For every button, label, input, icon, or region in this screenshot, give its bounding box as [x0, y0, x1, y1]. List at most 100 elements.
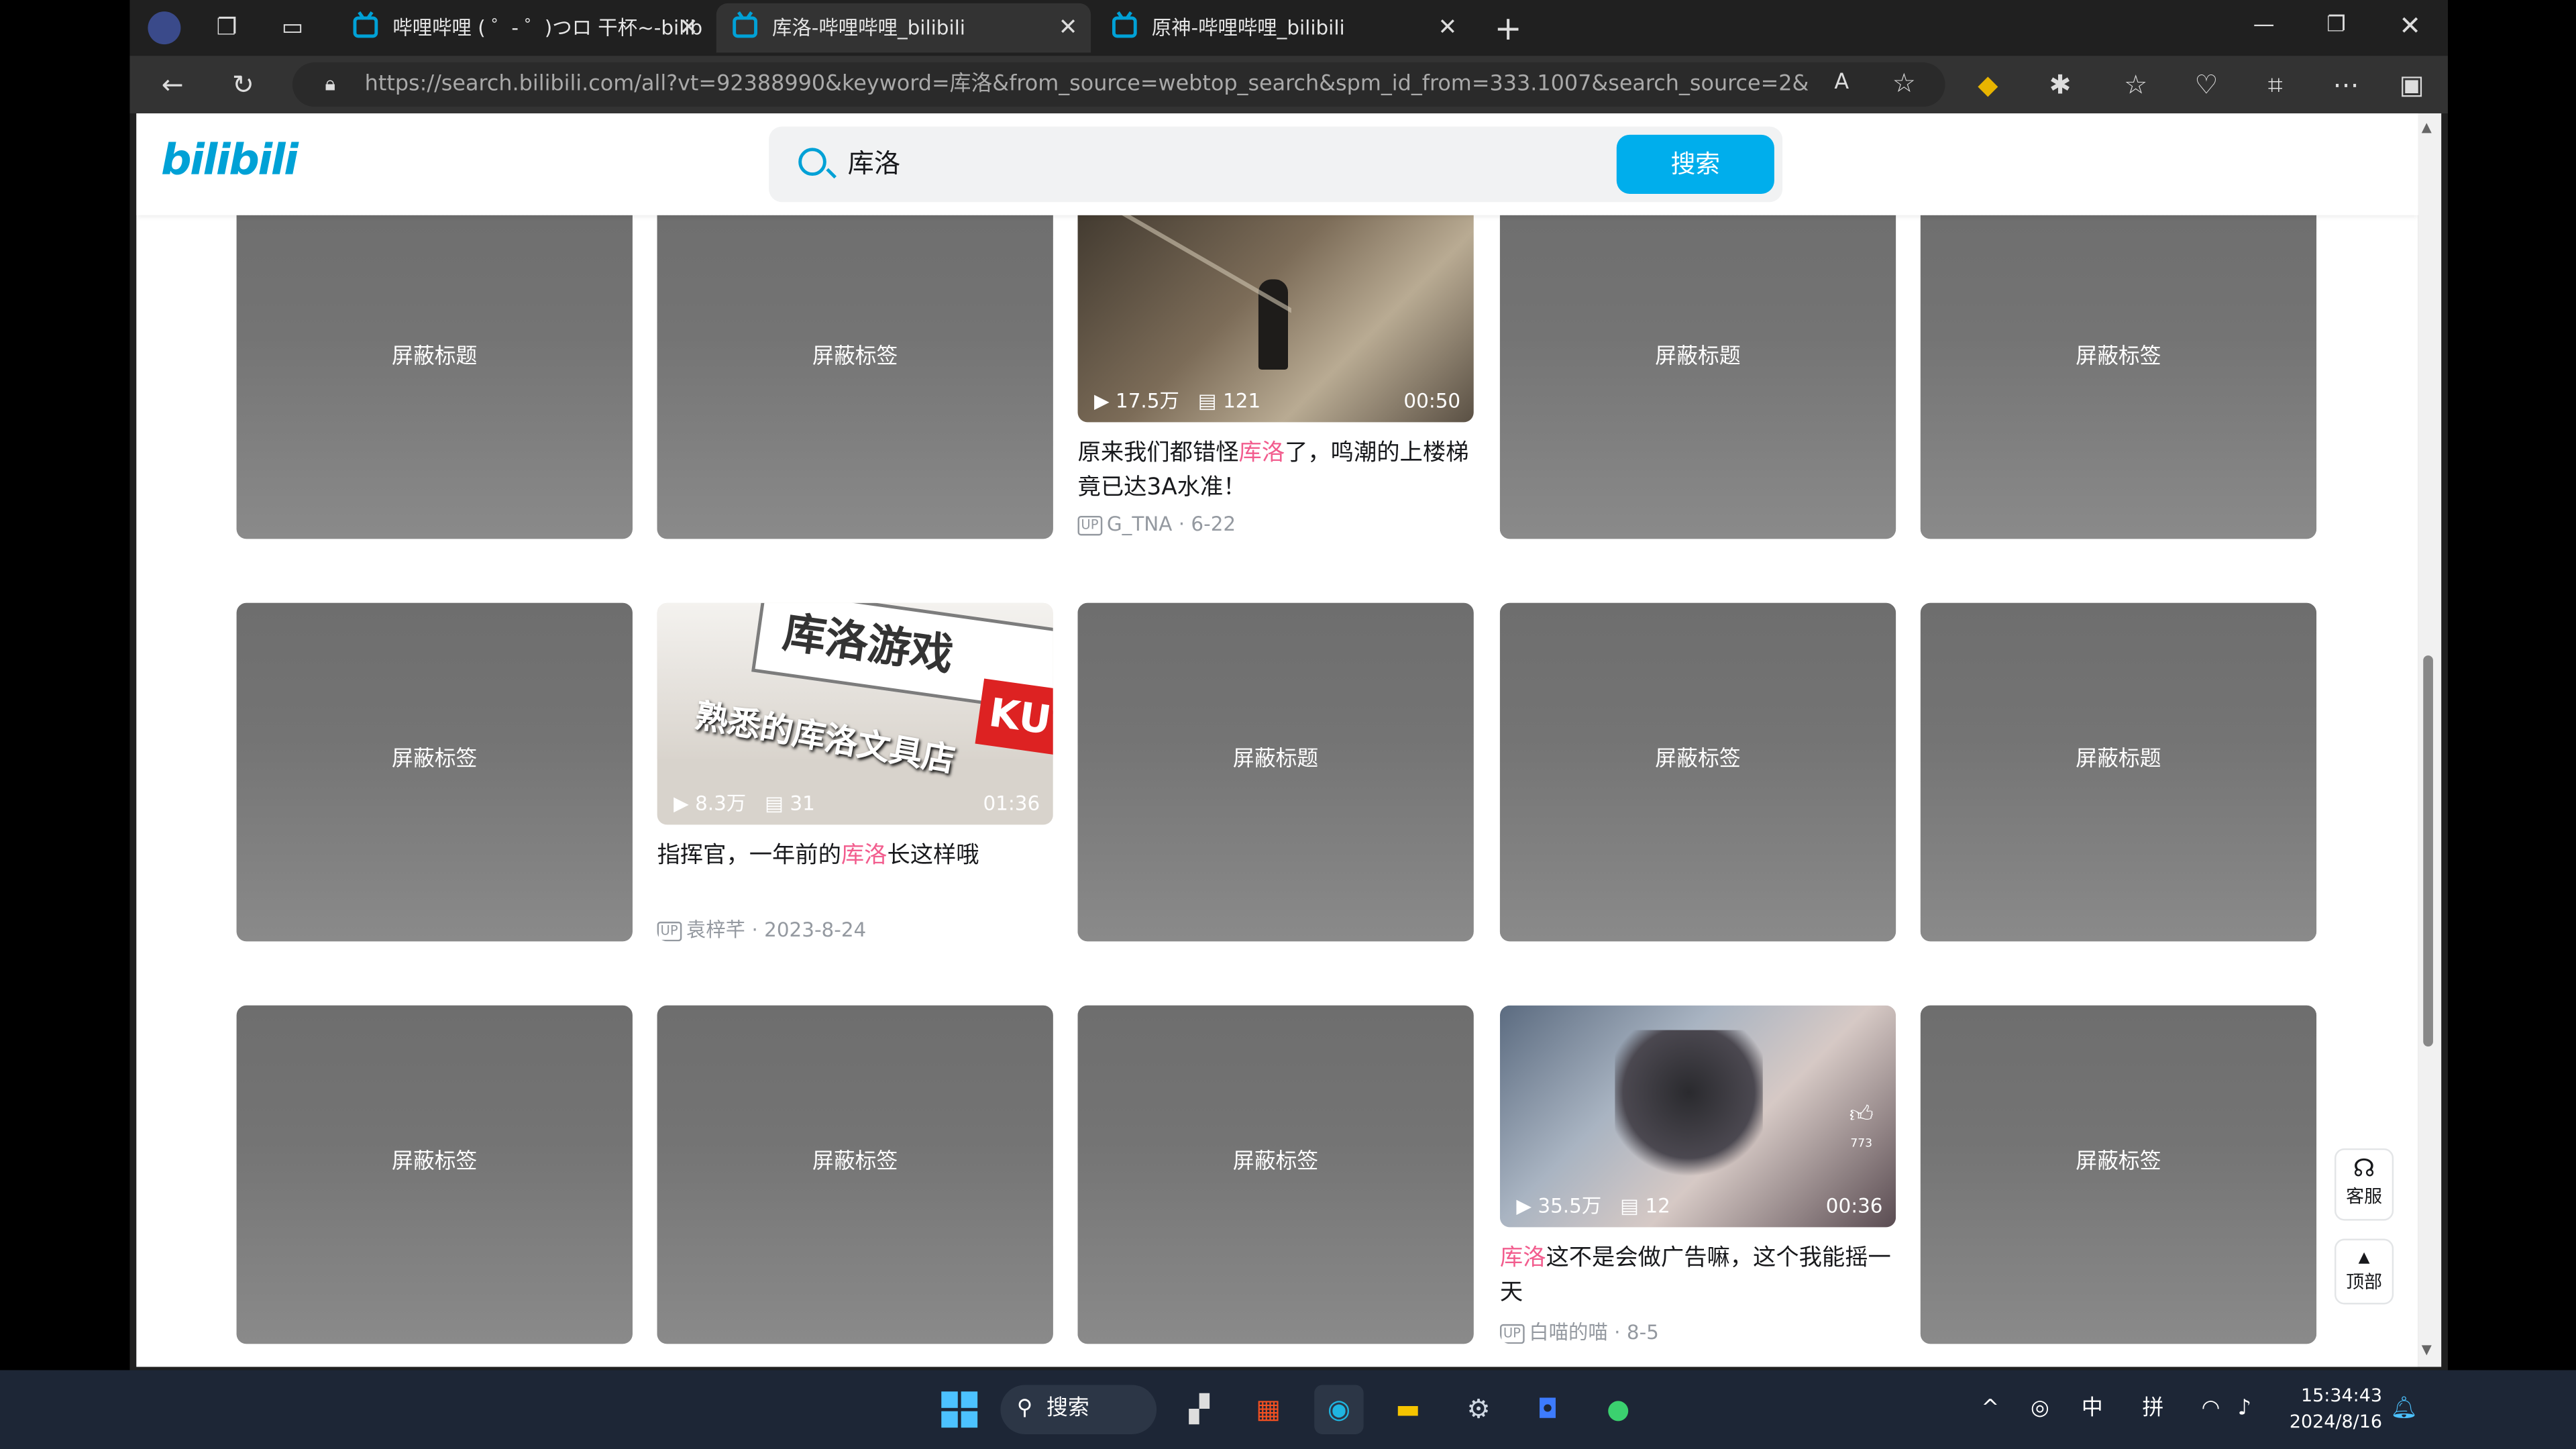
video-meta[interactable]: UP G_TNA · 6-22: [1077, 513, 1474, 536]
close-tab-icon[interactable]: ✕: [1438, 3, 1458, 52]
extension-icon[interactable]: ◆: [1970, 67, 2006, 103]
tab-bilibili-home[interactable]: 哔哩哔哩 ( ゜- ゜)つロ 干杯~-bilib ✕: [337, 3, 711, 52]
blocked-label: 屏蔽标题: [1655, 345, 1741, 370]
tab-actions-icon[interactable]: ▭: [274, 10, 311, 46]
video-card-blocked[interactable]: 屏蔽标签: [657, 1005, 1053, 1344]
bilibili-logo[interactable]: bilibili: [161, 136, 299, 185]
blocked-label: 屏蔽标题: [392, 345, 478, 370]
video-card-blocked[interactable]: 屏蔽标题: [236, 200, 633, 539]
site-header: bilibili 库洛 搜索: [136, 113, 2418, 215]
search-icon: [798, 148, 826, 176]
windows-start-icon[interactable]: [934, 1385, 983, 1434]
video-card[interactable]: 👍︎ 773 ▶ 35.5万 ▤ 12 00:36 库洛这不是会做广告嘛，这个我…: [1499, 1005, 1896, 1344]
sidebar-toggle-icon[interactable]: ▣: [2394, 67, 2430, 103]
video-card-blocked[interactable]: 屏蔽标签: [1920, 200, 2317, 539]
duration: 00:36: [1825, 1194, 1883, 1218]
video-card-blocked[interactable]: 屏蔽标题: [1920, 602, 2317, 942]
video-card-blocked[interactable]: 屏蔽标签: [657, 200, 1053, 539]
close-tab-icon[interactable]: ✕: [1059, 3, 1078, 52]
clock[interactable]: 15:34:43 2024/8/16: [2280, 1383, 2382, 1436]
title-text: 长这样哦: [887, 843, 979, 869]
tray-overflow-icon[interactable]: ^: [1981, 1370, 1999, 1449]
scroll-up-icon[interactable]: ▲: [2422, 120, 2432, 135]
video-title[interactable]: 库洛这不是会做广告嘛，这个我能摇一天: [1500, 1242, 1896, 1311]
profile-icon[interactable]: [146, 10, 182, 46]
ime-language[interactable]: 中: [2082, 1370, 2103, 1449]
search-input[interactable]: 库洛: [848, 127, 900, 203]
video-card-blocked[interactable]: 屏蔽标签: [236, 1005, 633, 1344]
video-card-blocked[interactable]: 屏蔽标题: [1077, 602, 1474, 942]
ime-mode[interactable]: 拼: [2142, 1370, 2163, 1449]
refresh-icon[interactable]: ↻: [225, 67, 262, 103]
video-meta[interactable]: UP 白喵的喵 · 8-5: [1499, 1318, 1896, 1344]
tab-bar: ❐ ▭ 哔哩哔哩 ( ゜- ゜)つロ 干杯~-bilib ✕ 库洛-哔哩哔哩_b…: [129, 0, 2448, 56]
task-view-icon[interactable]: ▞: [1175, 1385, 1224, 1434]
video-stats: ▶ 17.5万 ▤ 121 00:50: [1094, 389, 1460, 412]
extensions-puzzle-icon[interactable]: ✱: [2042, 67, 2078, 103]
search-box[interactable]: 库洛 搜索: [769, 126, 1783, 203]
blocked-label: 屏蔽标签: [1655, 747, 1741, 773]
microsoft-store-icon[interactable]: ▦: [1244, 1385, 1293, 1434]
more-menu-icon[interactable]: ⋯: [2328, 67, 2364, 103]
screenshot-icon[interactable]: ⌗: [2257, 67, 2294, 103]
video-card[interactable]: 库洛游戏 KU 熟悉的库洛文具店 ▶ 8.3万 ▤ 31 01:36 指挥官，一…: [657, 602, 1053, 942]
video-card[interactable]: ▶ 17.5万 ▤ 121 00:50 原来我们都错怪库洛了，鸣潮的上楼梯竟已达…: [1077, 180, 1474, 539]
app-icon[interactable]: ◘: [1523, 1385, 1572, 1434]
favorite-star-icon[interactable]: ☆: [1886, 66, 1922, 102]
page-scrollbar[interactable]: ▲ ▼: [2418, 113, 2442, 1367]
play-count: 17.5万: [1116, 389, 1179, 413]
upload-date: 6-22: [1191, 513, 1236, 536]
volume-icon[interactable]: ♪: [2238, 1370, 2251, 1449]
upload-date: 8-5: [1626, 1320, 1659, 1344]
close-tab-icon[interactable]: ✕: [679, 3, 698, 52]
back-icon[interactable]: ←: [154, 67, 191, 103]
back-to-top-button[interactable]: ▲ 顶部: [2334, 1238, 2394, 1305]
collections-icon[interactable]: ❐: [209, 10, 245, 46]
scrollbar-thumb[interactable]: [2423, 655, 2433, 1047]
wechat-icon[interactable]: ●: [1594, 1385, 1643, 1434]
video-thumbnail[interactable]: 👍︎ 773 ▶ 35.5万 ▤ 12 00:36: [1499, 1005, 1896, 1228]
edge-browser-icon[interactable]: ◉: [1314, 1385, 1364, 1434]
video-meta[interactable]: UP 袁梓芊 · 2023-8-24: [657, 915, 1053, 942]
danmaku-count: 12: [1645, 1194, 1670, 1218]
taskbar-search[interactable]: ⚲ 搜索: [1000, 1385, 1157, 1434]
steam-icon[interactable]: ⚙: [1454, 1385, 1503, 1434]
tab-genshin-search[interactable]: 原神-哔哩哔哩_bilibili ✕: [1095, 3, 1470, 52]
uploader-name: G_TNA: [1106, 513, 1173, 536]
url-text[interactable]: https://search.bilibili.com/all?vt=92388…: [365, 62, 1811, 107]
close-window-icon[interactable]: ✕: [2374, 0, 2447, 52]
read-aloud-icon[interactable]: A: [1823, 66, 1860, 102]
video-card-blocked[interactable]: 屏蔽标签: [1077, 1005, 1474, 1344]
file-explorer-icon[interactable]: ▬: [1383, 1385, 1432, 1434]
tab-title: 库洛-哔哩哔哩_bilibili: [772, 16, 965, 40]
uploader-name: 袁梓芊: [686, 918, 746, 942]
video-thumbnail[interactable]: ▶ 17.5万 ▤ 121 00:50: [1077, 180, 1474, 423]
tab-kuro-search[interactable]: 库洛-哔哩哔哩_bilibili ✕: [716, 3, 1091, 53]
video-card-blocked[interactable]: 屏蔽标签: [1499, 602, 1896, 942]
tray-app-icon[interactable]: ◎: [2031, 1370, 2049, 1449]
lock-icon[interactable]: 🔒︎: [312, 66, 348, 102]
video-card-blocked[interactable]: 屏蔽标签: [1920, 1005, 2317, 1344]
video-card-blocked[interactable]: 屏蔽标题: [1499, 200, 1896, 539]
blocked-label: 屏蔽标签: [812, 345, 898, 370]
video-thumbnail[interactable]: 库洛游戏 KU 熟悉的库洛文具店 ▶ 8.3万 ▤ 31 01:36: [657, 602, 1053, 825]
character-figure: [1615, 1030, 1763, 1187]
video-title[interactable]: 原来我们都错怪库洛了，鸣潮的上楼梯竟已达3A水准！: [1078, 437, 1474, 506]
wifi-icon[interactable]: ◠: [2202, 1370, 2220, 1449]
video-title[interactable]: 指挥官，一年前的库洛长这样哦: [657, 839, 1053, 873]
scroll-down-icon[interactable]: ▼: [2422, 1342, 2432, 1357]
address-bar[interactable]: 🔒︎ https://search.bilibili.com/all?vt=92…: [292, 62, 1945, 107]
video-stats: ▶ 8.3万 ▤ 31 01:36: [674, 792, 1040, 814]
search-button[interactable]: 搜索: [1616, 134, 1774, 194]
new-tab-icon[interactable]: +: [1490, 10, 1526, 46]
title-text: 原来我们都错怪: [1077, 440, 1239, 467]
restore-icon[interactable]: ❐: [2300, 0, 2373, 52]
notification-bell-icon[interactable]: 🔔︎: [2390, 1370, 2417, 1449]
minimize-icon[interactable]: —: [2228, 0, 2300, 52]
keyword-highlight: 库洛: [1238, 440, 1285, 467]
keyword-highlight: 库洛: [1499, 1245, 1546, 1272]
favorites-icon[interactable]: ☆: [2118, 67, 2154, 103]
video-card-blocked[interactable]: 屏蔽标签: [236, 602, 633, 942]
customer-service-button[interactable]: ☊ 客服: [2334, 1148, 2394, 1221]
browser-essentials-icon[interactable]: ♡: [2188, 67, 2224, 103]
